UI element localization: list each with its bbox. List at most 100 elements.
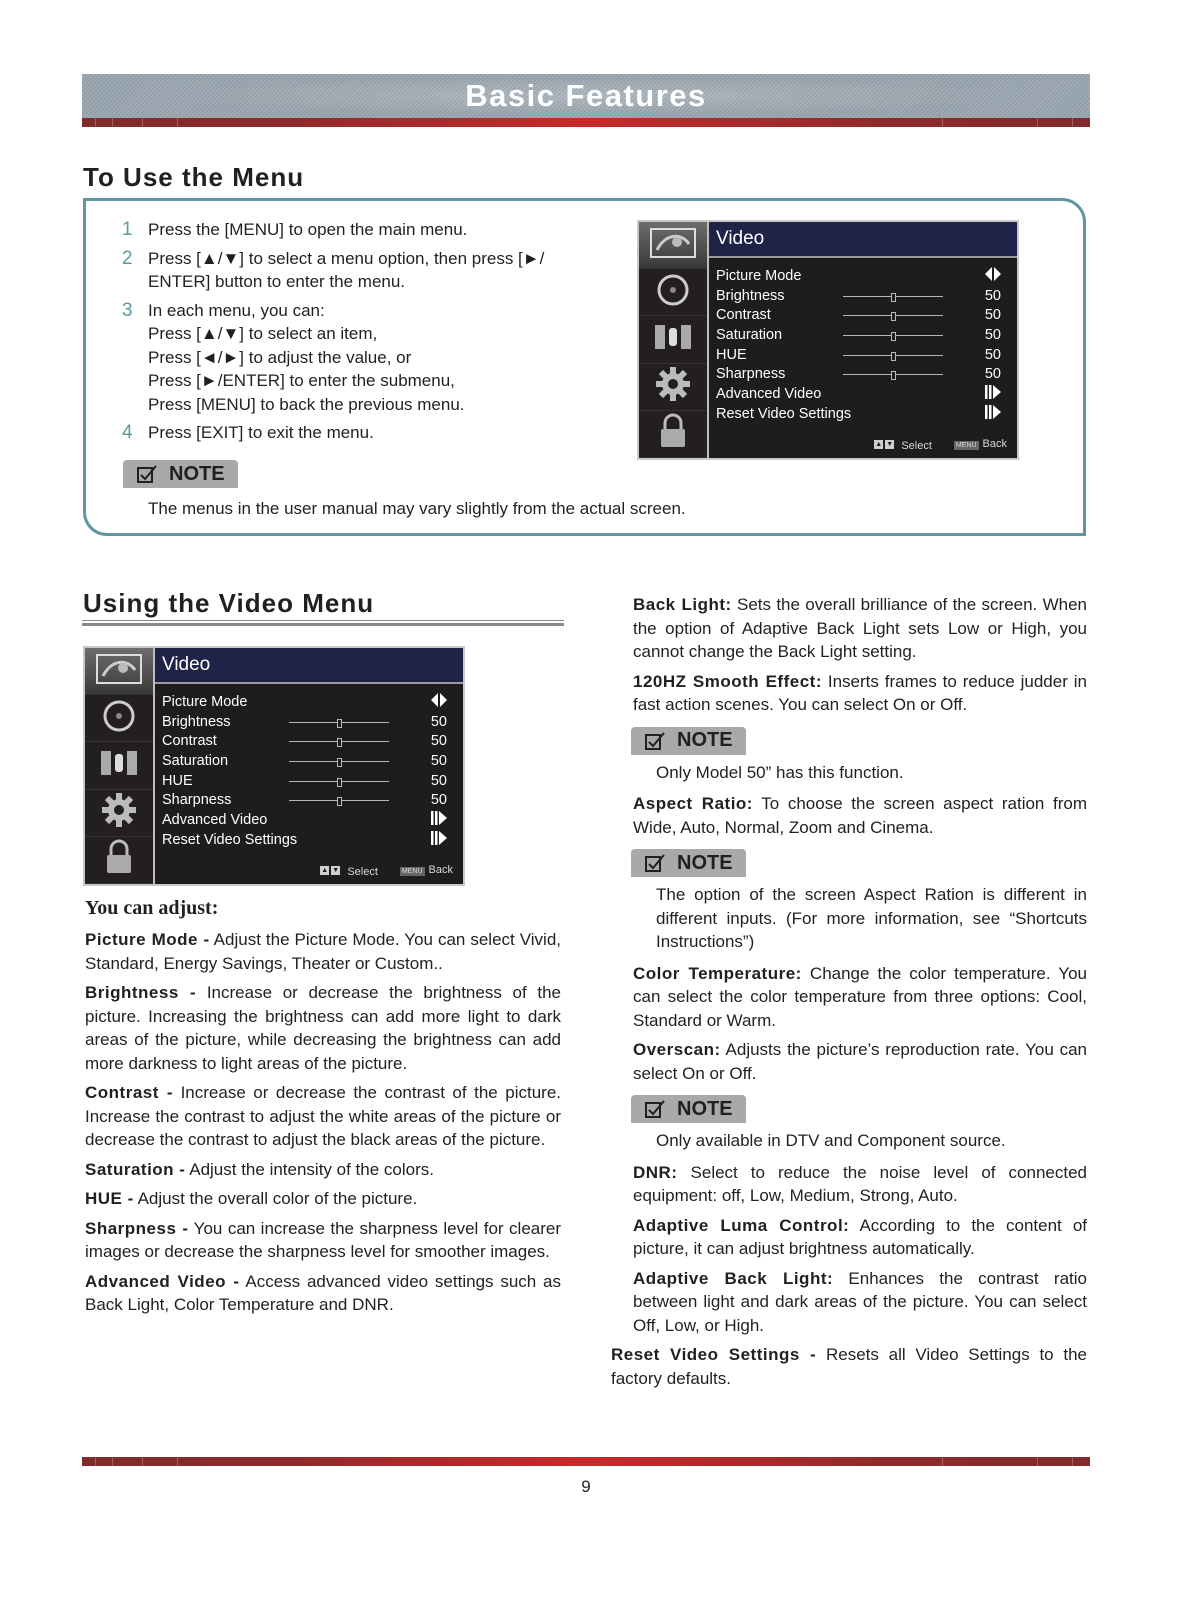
note-text: Only available in DTV and Component sour…	[656, 1131, 1006, 1150]
note-text: The option of the screen Aspect Ration i…	[656, 885, 1087, 951]
osd-slider[interactable]	[843, 371, 943, 381]
back-hint-label: Back	[982, 438, 1007, 450]
osd-slider[interactable]	[289, 738, 389, 748]
osd-menu-item[interactable]: Reset Video Settings	[162, 830, 463, 850]
slider-knob[interactable]	[891, 371, 896, 381]
description-term: Brightness -	[85, 983, 197, 1002]
osd-category-sound[interactable]	[85, 695, 153, 743]
osd-menu-item[interactable]: Picture Mode	[162, 692, 463, 712]
slider-knob[interactable]	[337, 718, 342, 728]
osd-category-channel[interactable]	[639, 316, 707, 364]
osd-item-label: Picture Mode	[716, 267, 802, 284]
note-badge: NOTE	[631, 849, 746, 877]
osd-category-picture[interactable]	[85, 648, 153, 696]
description-paragraph: DNR: Select to reduce the noise level of…	[633, 1161, 1087, 1208]
checkbox-note-icon	[137, 465, 157, 483]
description-term: Overscan:	[633, 1040, 721, 1059]
osd-category-sound[interactable]	[639, 269, 707, 317]
step-text: Press [EXIT] to exit the menu.	[148, 423, 374, 442]
osd-slider[interactable]	[843, 292, 943, 302]
note-label: NOTE	[677, 1097, 733, 1120]
osd-menu-item[interactable]: Advanced Video	[162, 810, 463, 830]
description-paragraph: Back Light: Sets the overall brilliance …	[633, 593, 1087, 664]
step-number: 1	[122, 219, 133, 240]
step-item: 1 Press the [MENU] to open the main menu…	[122, 218, 602, 242]
osd-item-list: Picture Mode Brightness 50 Contrast 50 Satu…	[155, 684, 463, 850]
up-arrow-icon: ▲	[874, 439, 884, 449]
submenu-arrow-icon[interactable]	[985, 384, 1001, 403]
osd-menu-item[interactable]: Brightness 50	[162, 712, 463, 732]
description-paragraph: Advanced Video - Access advanced video s…	[85, 1270, 561, 1317]
osd-menu-item[interactable]: HUE 50	[162, 771, 463, 791]
back-hint-label: Back	[428, 864, 453, 876]
down-arrow-icon: ▼	[885, 439, 895, 449]
osd-value: 50	[430, 733, 447, 750]
slider-knob[interactable]	[891, 312, 896, 322]
step-number: 3	[122, 299, 133, 321]
submenu-arrow-icon[interactable]	[431, 830, 447, 849]
osd-value: 50	[984, 366, 1001, 383]
osd-menu-item[interactable]: Advanced Video	[716, 384, 1017, 404]
osd-value: 50	[984, 326, 1001, 343]
osd-menu-item[interactable]: HUE 50	[716, 345, 1017, 365]
slider-knob[interactable]	[337, 758, 342, 768]
osd-menu-item[interactable]: Reset Video Settings	[716, 404, 1017, 424]
osd-slider[interactable]	[289, 797, 389, 807]
submenu-arrow-icon[interactable]	[431, 810, 447, 829]
osd-category-setup[interactable]	[639, 364, 707, 411]
select-hint: ▲ ▼ Select	[874, 438, 932, 452]
osd-menu-item[interactable]: Contrast 50	[716, 305, 1017, 325]
step-number: 4	[122, 422, 133, 443]
left-right-arrows-icon[interactable]	[431, 692, 447, 711]
osd-slider[interactable]	[843, 332, 943, 342]
osd-category-setup[interactable]	[85, 790, 153, 837]
osd-item-list: Picture Mode Brightness 50 Contrast 50 Satu…	[709, 258, 1017, 424]
note-badge: NOTE	[123, 460, 238, 488]
note-text: The menus in the user manual may vary sl…	[148, 499, 686, 518]
description-paragraph: Reset Video Settings - Resets all Video …	[611, 1343, 1087, 1390]
checkbox-note-icon	[645, 731, 665, 750]
osd-category-lock[interactable]	[85, 837, 153, 885]
description-paragraph: Contrast - Increase or decrease the cont…	[85, 1081, 561, 1152]
osd-menu-item[interactable]: Contrast 50	[162, 731, 463, 751]
slider-knob[interactable]	[891, 351, 896, 361]
left-right-arrows-icon[interactable]	[985, 266, 1001, 285]
osd-slider[interactable]	[843, 351, 943, 361]
footer-red-bar	[82, 1457, 1090, 1466]
osd-menu-item[interactable]: Saturation 50	[162, 751, 463, 771]
osd-slider[interactable]	[843, 312, 943, 322]
description-term: Contrast -	[85, 1083, 174, 1102]
osd-menu-item[interactable]: Brightness 50	[716, 286, 1017, 306]
setup-icon	[655, 366, 691, 407]
osd-menu-item[interactable]: Saturation 50	[716, 325, 1017, 345]
osd-menu-item[interactable]: Sharpness 50	[162, 790, 463, 810]
osd-category-lock[interactable]	[639, 411, 707, 459]
description-term: DNR:	[633, 1162, 678, 1182]
back-hint: MENU Back	[399, 864, 453, 876]
slider-knob[interactable]	[891, 292, 896, 302]
submenu-arrow-icon[interactable]	[985, 404, 1001, 423]
slider-knob[interactable]	[891, 332, 896, 342]
slider-knob[interactable]	[337, 797, 342, 807]
slider-knob[interactable]	[337, 738, 342, 748]
step-item: 4 Press [EXIT] to exit the menu.	[122, 421, 602, 445]
osd-menu-item[interactable]: Picture Mode	[716, 266, 1017, 286]
osd-value: 50	[430, 772, 447, 789]
header-red-bar	[82, 118, 1090, 127]
osd-slider[interactable]	[289, 718, 389, 728]
osd-slider[interactable]	[289, 758, 389, 768]
step-item: 2 Press [▲/▼] to select a menu option, t…	[122, 247, 602, 294]
osd-category-channel[interactable]	[85, 742, 153, 790]
slider-knob[interactable]	[337, 777, 342, 787]
step-text: Press [MENU] to back the previous menu.	[148, 394, 465, 414]
osd-slider[interactable]	[289, 777, 389, 787]
description-term: Back Light:	[633, 595, 732, 614]
osd-menu-item[interactable]: Sharpness 50	[716, 364, 1017, 384]
osd-category-picture[interactable]	[639, 222, 707, 270]
left-column-descriptions: Picture Mode - Adjust the Picture Mode. …	[85, 928, 561, 1323]
description-paragraph: Brightness - Increase or decrease the br…	[85, 981, 561, 1075]
description-paragraph: Adaptive Back Light: Enhances the contra…	[633, 1267, 1087, 1338]
osd-value: 50	[430, 792, 447, 809]
back-hint: MENU Back	[953, 438, 1007, 450]
checkbox-note-icon	[645, 1100, 665, 1118]
